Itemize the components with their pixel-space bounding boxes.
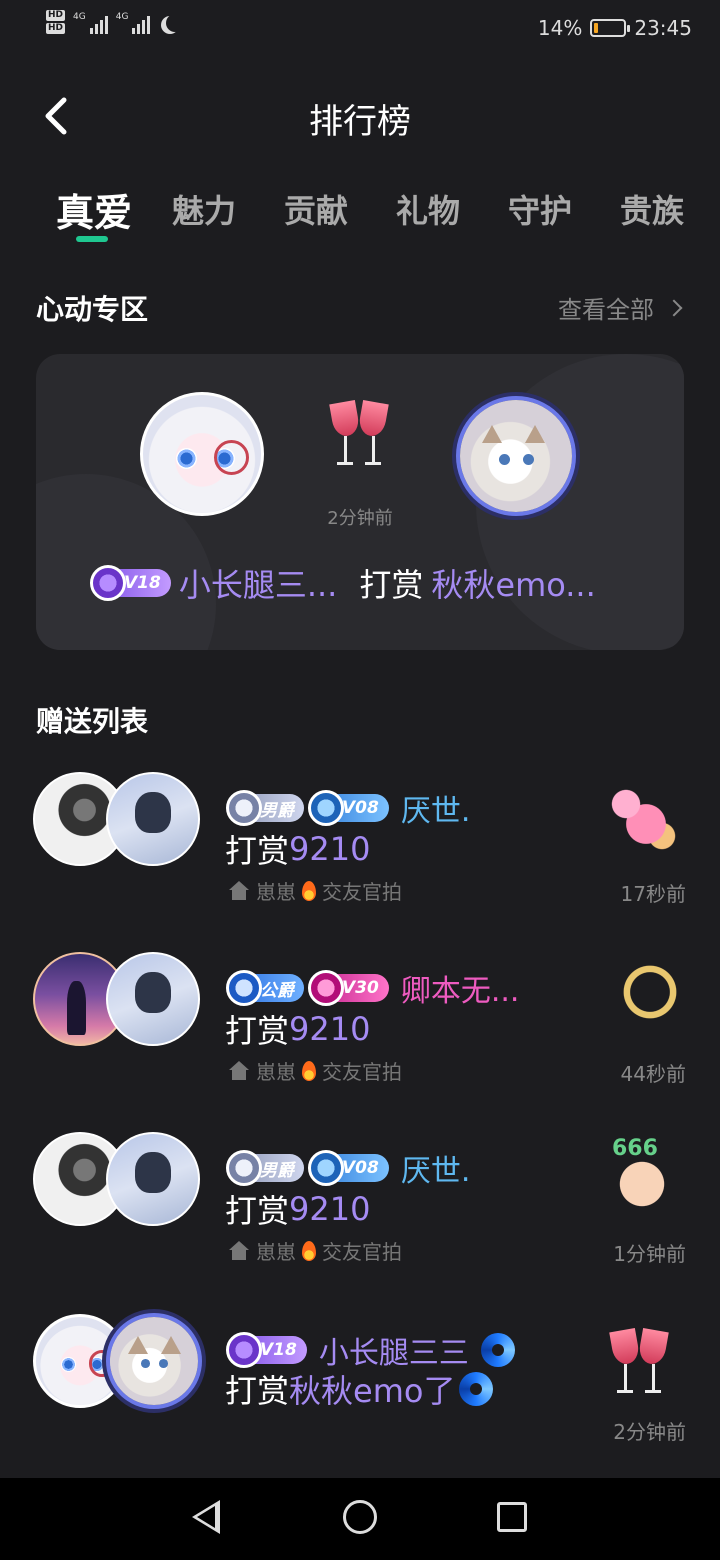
row-action: 打赏 9210 — [225, 830, 371, 870]
row-header: 男爵 V08 厌世. — [226, 1146, 471, 1190]
fire-icon — [302, 880, 316, 901]
sender-name[interactable]: 小长腿三... — [179, 560, 338, 606]
target-name[interactable]: 秋秋emo了 — [289, 1366, 455, 1412]
target-name[interactable]: 9210 — [289, 830, 370, 868]
receiver-avatar[interactable] — [106, 772, 200, 866]
room-info[interactable]: 崽崽 交友官拍 — [228, 876, 402, 905]
tab-indicator — [76, 236, 108, 242]
page-title: 排行榜 — [309, 102, 411, 142]
fire-icon — [302, 1240, 316, 1261]
swirl-icon — [459, 1372, 494, 1406]
nav-recents-icon[interactable] — [497, 1502, 527, 1532]
fire-icon — [302, 1060, 316, 1081]
row-header: 男爵 V08 厌世. — [226, 786, 471, 830]
list-item[interactable]: 男爵 V08 厌世. 打赏 9210 崽崽 交友官拍 666 1分钟前 — [0, 1132, 720, 1282]
row-time: 44秒前 — [620, 1062, 686, 1086]
heart-zone-time: 2分钟前 — [327, 508, 393, 529]
heart-zone-summary: V18 小长腿三... 打赏 秋秋emo... — [90, 560, 596, 606]
see-all-link[interactable]: 查看全部 — [558, 290, 683, 325]
target-name[interactable]: 9210 — [289, 1010, 370, 1048]
status-bar: HD HD 4G 4G 14% 23:45 — [0, 0, 720, 60]
vip-badge: V18 — [226, 1332, 307, 1368]
target-name[interactable]: 9210 — [289, 1190, 370, 1228]
receiver-name[interactable]: 秋秋emo... — [431, 560, 595, 606]
receiver-avatar[interactable] — [110, 1317, 198, 1405]
nav-back-icon[interactable] — [192, 1500, 220, 1534]
gem-icon — [308, 1150, 344, 1186]
vip-badge: V18 — [90, 565, 171, 601]
heart-zone-title: 心动专区 — [36, 293, 149, 326]
gem-icon — [308, 790, 344, 826]
champagne-gift-icon — [604, 1322, 674, 1402]
duke-badge: 公爵 — [226, 970, 304, 1006]
battery-percent: 14% — [537, 16, 583, 40]
swirl-icon — [480, 1333, 515, 1367]
signal-icon-2: 4G — [116, 12, 151, 34]
hearts-gift-icon — [602, 776, 682, 856]
status-left: HD HD 4G 4G — [46, 10, 176, 36]
signal-icon-1: 4G — [73, 12, 108, 34]
gem-icon — [90, 565, 126, 601]
shield-icon — [226, 790, 262, 826]
champagne-gift-icon — [324, 394, 394, 474]
vip-badge: V08 — [308, 790, 389, 826]
row-action: 打赏 9210 — [225, 1190, 371, 1230]
tab-charm[interactable]: 魅力 — [172, 186, 236, 232]
header: 排行榜 — [0, 76, 720, 156]
home-icon — [228, 1240, 250, 1261]
receiver-avatar[interactable] — [106, 952, 200, 1046]
baron-badge: 男爵 — [226, 790, 304, 826]
row-time: 17秒前 — [620, 882, 686, 906]
row-header: 公爵 V30 卿本无... — [226, 966, 520, 1010]
system-nav-bar — [0, 1478, 720, 1560]
action-label: 打赏 — [359, 566, 424, 604]
tab-true-love[interactable]: 真爱 — [56, 182, 132, 237]
clock: 23:45 — [634, 16, 692, 40]
shield-icon — [226, 1150, 262, 1186]
row-action: 打赏 秋秋emo了 — [225, 1366, 494, 1412]
list-item[interactable]: V18 小长腿三三 打赏 秋秋emo了 2分钟前 — [0, 1314, 720, 1464]
moon-icon — [166, 14, 184, 32]
tab-noble[interactable]: 贵族 — [620, 186, 684, 232]
room-info[interactable]: 崽崽 交友官拍 — [228, 1236, 402, 1265]
list-item[interactable]: 男爵 V08 厌世. 打赏 9210 崽崽 交友官拍 17秒前 — [0, 772, 720, 922]
row-time: 1分钟前 — [613, 1242, 686, 1266]
thumbs-666-gift-icon: 666 — [602, 1136, 682, 1216]
vip-badge: V08 — [308, 1150, 389, 1186]
gem-icon — [226, 1332, 262, 1368]
baron-badge: 男爵 — [226, 1150, 304, 1186]
nav-home-icon[interactable] — [343, 1500, 377, 1534]
row-time: 2分钟前 — [613, 1420, 686, 1444]
home-icon — [228, 880, 250, 901]
see-all-label: 查看全部 — [558, 296, 654, 324]
tab-gifts[interactable]: 礼物 — [396, 186, 460, 232]
battery-icon — [590, 19, 631, 37]
shield-icon — [226, 970, 262, 1006]
gift-list-title: 赠送列表 — [36, 705, 149, 738]
sender-avatar[interactable] — [140, 392, 264, 516]
receiver-avatar[interactable] — [106, 1132, 200, 1226]
tab-contribution[interactable]: 贡献 — [284, 186, 348, 232]
home-icon — [228, 1060, 250, 1081]
list-item[interactable]: 公爵 V30 卿本无... 打赏 9210 崽崽 交友官拍 44秒前 — [0, 952, 720, 1102]
tab-bar: 真爱 魅力 贡献 礼物 守护 贵族 — [0, 180, 720, 250]
vip-badge: V30 — [308, 970, 389, 1006]
gem-icon — [308, 970, 344, 1006]
sender-name[interactable]: 卿本无... — [401, 966, 520, 1010]
sender-name[interactable]: 厌世. — [401, 1146, 471, 1190]
receiver-avatar[interactable] — [460, 400, 572, 512]
status-right: 14% 23:45 — [538, 16, 692, 40]
hd-icon: HD HD — [46, 10, 66, 34]
heart-zone-card[interactable]: 2分钟前 V18 小长腿三... 打赏 秋秋emo... — [36, 354, 684, 650]
room-info[interactable]: 崽崽 交友官拍 — [228, 1056, 402, 1085]
tab-guard[interactable]: 守护 — [508, 186, 572, 232]
chevron-right-icon — [665, 299, 683, 316]
moon-gift-icon — [602, 956, 682, 1036]
sender-name[interactable]: 厌世. — [401, 786, 471, 830]
row-action: 打赏 9210 — [225, 1010, 371, 1050]
